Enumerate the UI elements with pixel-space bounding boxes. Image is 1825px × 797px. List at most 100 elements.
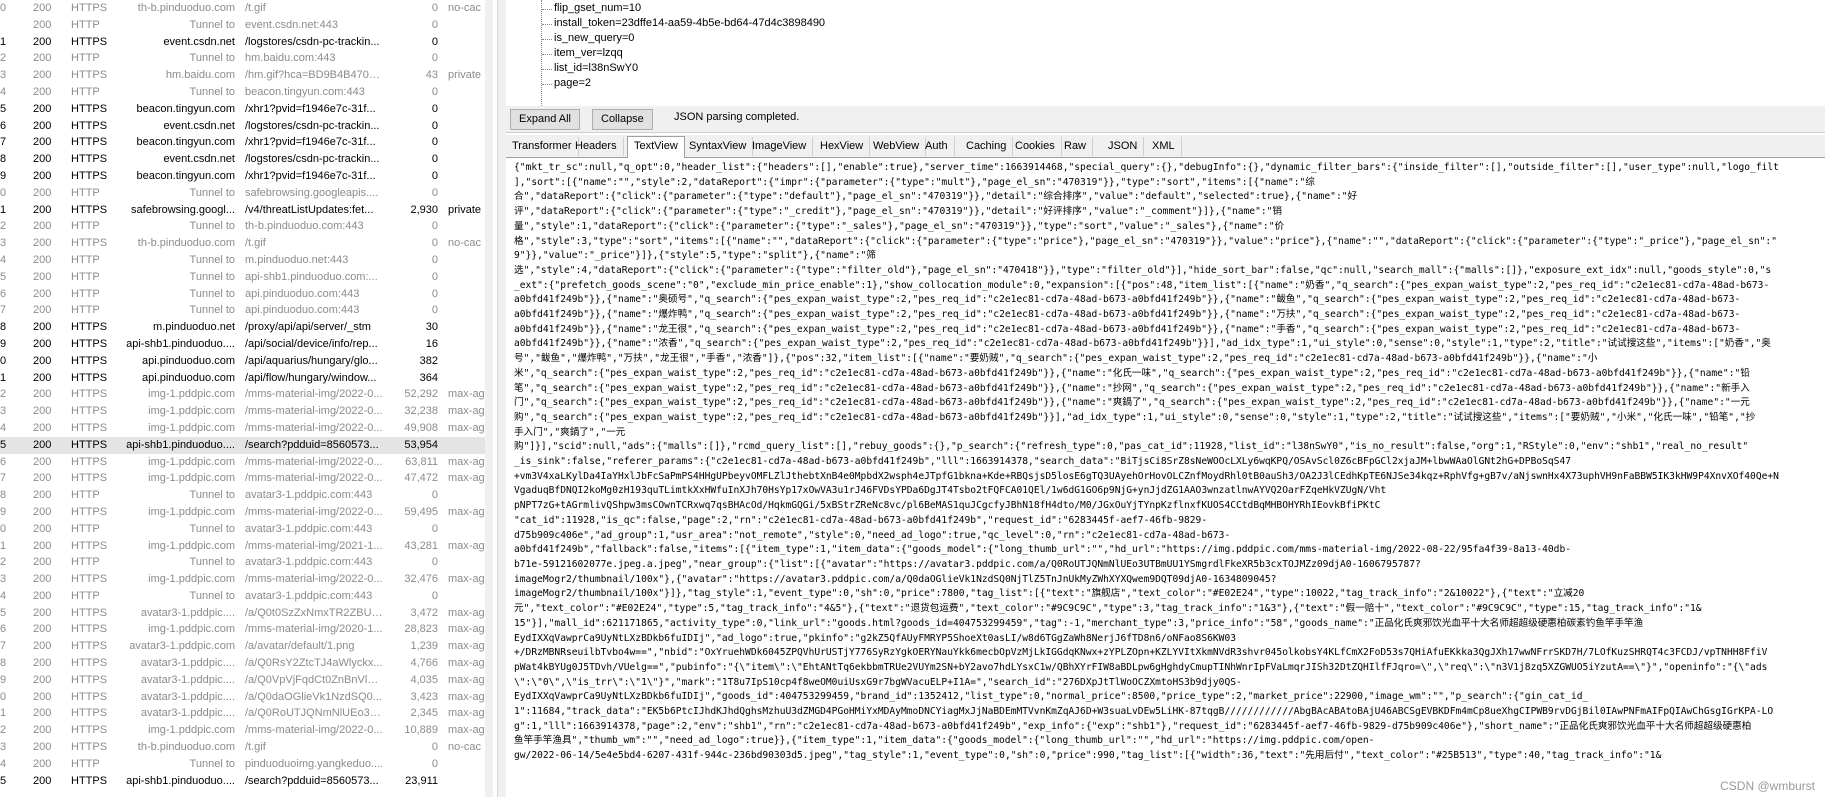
session-row[interactable]: 200 HTTP Tunnel to event.csdn.net:443 0 xyxy=(0,17,493,34)
session-row[interactable]: 0 200 HTTP Tunnel to avatar3-1.pddpic.com:44… xyxy=(0,521,493,538)
session-row[interactable]: 0 200 HTTPS th-b.pinduoduo.com/t.gif 0 no-cac xyxy=(0,0,493,17)
tab-caching[interactable]: Caching xyxy=(960,137,1014,156)
tab-json[interactable]: JSON xyxy=(1102,137,1145,156)
pane-splitter[interactable] xyxy=(497,0,506,797)
session-row[interactable]: 1 200 HTTPS event.csdn.net/logstores/csdn-p… xyxy=(0,34,493,51)
session-row[interactable]: 9 200 HTTPS beacon.tingyun.com/xhr1?pvid=f1… xyxy=(0,168,493,185)
session-number: 3 xyxy=(0,405,7,418)
session-row[interactable]: 8 200 HTTPS m.pinduoduo.net/proxy/api/api/s… xyxy=(0,319,493,336)
tab-imageview[interactable]: ImageView xyxy=(746,137,814,156)
session-row[interactable]: 4 200 HTTP Tunnel to pinduoduoimg.yangkeduo.… xyxy=(0,756,493,773)
session-protocol: HTTPS xyxy=(71,472,108,485)
session-row[interactable]: 7 200 HTTP Tunnel to api.pinduoduo.com:443 0 xyxy=(0,302,493,319)
session-row[interactable]: 7 200 HTTPS beacon.tingyun.com/xhr1?pvid=f1… xyxy=(0,134,493,151)
session-body-size: 3,472 xyxy=(410,606,438,619)
session-result: 200 xyxy=(33,455,52,468)
text-line: imageMogr2/thumbnail/100x"},{"avatar":"h… xyxy=(514,573,1277,585)
session-row[interactable]: 3 200 HTTPS hm.baidu.com/hm.gif?hca=BD9B4B4… xyxy=(0,67,493,84)
session-row[interactable]: 3 200 HTTPS th-b.pinduoduo.com/t.gif 0 no-cac xyxy=(0,739,493,756)
expand-all-button[interactable]: Expand All xyxy=(510,109,580,130)
session-row[interactable]: 2 200 HTTP Tunnel to th-b.pinduoduo.com:443 0 xyxy=(0,218,493,235)
session-row[interactable]: 9 200 HTTPS avatar3-1.pddpic.... /a/Q0VpVjFq… xyxy=(0,672,493,689)
text-line: _is_sink":false,"referer_params":{"c2e1e… xyxy=(514,456,1571,468)
session-row[interactable]: 3 200 HTTPS img-1.pddpic.com/mms-material-i… xyxy=(0,571,493,588)
session-number: 8 xyxy=(0,321,7,334)
session-row[interactable]: 6 200 HTTPS event.csdn.net/logstores/csdn-p… xyxy=(0,118,493,135)
session-row[interactable]: 0 200 HTTP Tunnel to safebrowsing.googleapis… xyxy=(0,185,493,202)
collapse-button[interactable]: Collapse xyxy=(592,109,653,130)
session-row[interactable]: 6 200 HTTP Tunnel to api.pinduoduo.com:443 0 xyxy=(0,286,493,303)
tree-node[interactable]: item_ver=lzqq xyxy=(542,47,623,59)
session-row[interactable]: 8 200 HTTP Tunnel to avatar3-1.pddpic.com:44… xyxy=(0,487,493,504)
session-host: api.pinduoduo.com xyxy=(142,354,235,367)
session-row[interactable]: 0 200 HTTPS api.pinduoduo.com/api/aquarius/… xyxy=(0,353,493,370)
session-row[interactable]: 1 200 HTTPS safebrowsing.googl... /v4/threat… xyxy=(0,202,493,219)
session-row[interactable]: 1 200 HTTPS avatar3-1.pddpic.... /a/Q0RoUTJQ… xyxy=(0,705,493,722)
session-list[interactable]: 0 200 HTTPS th-b.pinduoduo.com/t.gif 0 no-cac… xyxy=(0,0,493,797)
session-host: img-1.pddpic.com xyxy=(148,421,235,434)
session-row[interactable]: 6 200 HTTPS img-1.pddpic.com/mms-material-i… xyxy=(0,621,493,638)
session-row[interactable]: 3 200 HTTPS img-1.pddpic.com/mms-material-i… xyxy=(0,403,493,420)
session-row[interactable]: 2 200 HTTP Tunnel to hm.baidu.com:443 0 xyxy=(0,50,493,67)
tab-textview[interactable]: TextView xyxy=(627,136,685,159)
session-row[interactable]: 4 200 HTTP Tunnel to m.pinduoduo.net:443 0 xyxy=(0,252,493,269)
tab-headers[interactable]: Headers xyxy=(569,137,624,156)
session-protocol: HTTPS xyxy=(71,606,108,619)
tab-raw[interactable]: Raw xyxy=(1058,137,1094,156)
tab-transformer[interactable]: Transformer xyxy=(506,137,579,156)
session-number: 8 xyxy=(0,657,7,670)
session-number: 9 xyxy=(0,673,7,686)
session-row[interactable]: 8 200 HTTPS event.csdn.net/logstores/csdn-p… xyxy=(0,151,493,168)
tab-webview[interactable]: WebView xyxy=(867,137,927,156)
session-result: 200 xyxy=(33,153,52,166)
session-row[interactable]: 4 200 HTTPS img-1.pddpic.com/mms-material-i… xyxy=(0,420,493,437)
session-row[interactable]: 1 200 HTTPS img-1.pddpic.com/mms-material-i… xyxy=(0,538,493,555)
session-number: 2 xyxy=(0,556,7,569)
session-row[interactable]: 0 200 HTTPS avatar3-1.pddpic.... /a/Q0daOGli… xyxy=(0,689,493,706)
tree-node[interactable]: is_new_query=0 xyxy=(541,32,634,44)
query-tree-view[interactable]: flip_gset_num=10 install_token=23dffe14-… xyxy=(506,0,1825,107)
tab-hexview[interactable]: HexView xyxy=(814,137,871,156)
text-line: 15"}],"mall_id":621171865,"activity_type… xyxy=(514,617,1644,629)
session-protocol: HTTPS xyxy=(71,136,108,149)
session-body-size: 2,345 xyxy=(410,707,438,720)
session-row[interactable]: 4 200 HTTP Tunnel to beacon.tingyun.com:443 0 xyxy=(0,84,493,101)
session-body-size: 63,811 xyxy=(405,455,438,468)
tree-node[interactable]: page=2 xyxy=(541,77,591,89)
session-row[interactable]: 9 200 HTTPS api-shb1.pinduoduo.... /api/soci… xyxy=(0,336,493,353)
text-line: 9"}},"value":"_price"}]},{"style":5,"typ… xyxy=(514,250,876,262)
session-row[interactable]: 2 200 HTTPS img-1.pddpic.com/mms-material-i… xyxy=(0,386,493,403)
session-url: /api/aquarius/hungary/glo... xyxy=(245,354,378,367)
session-number: 4 xyxy=(0,757,7,770)
tab-auth[interactable]: Auth xyxy=(919,137,955,156)
session-row[interactable]: 7 200 HTTPS img-1.pddpic.com/mms-material-i… xyxy=(0,470,493,487)
tab-xml[interactable]: XML xyxy=(1146,137,1182,156)
session-row[interactable]: 5 200 HTTP Tunnel to api-shb1.pinduoduo.com:… xyxy=(0,269,493,286)
tab-cookies[interactable]: Cookies xyxy=(1009,137,1062,156)
session-row[interactable]: 8 200 HTTPS avatar3-1.pddpic.... /a/Q0RsY2Zt… xyxy=(0,655,493,672)
session-row[interactable]: 5 200 HTTPS beacon.tingyun.com/xhr1?pvid=f1… xyxy=(0,101,493,118)
session-row[interactable]: 4 200 HTTP Tunnel to avatar3-1.pddpic.com:44… xyxy=(0,588,493,605)
session-row[interactable]: 3 200 HTTPS th-b.pinduoduo.com/t.gif 0 no-cac xyxy=(0,235,493,252)
session-row[interactable]: 6 200 HTTPS img-1.pddpic.com/mms-material-i… xyxy=(0,454,493,471)
tree-node[interactable]: install_token=23dffe14-aa59-4b5e-bd64-47… xyxy=(541,17,825,29)
session-protocol: HTTP xyxy=(71,287,100,300)
session-row[interactable]: 2 200 HTTPS img-1.pddpic.com/mms-material-i… xyxy=(0,722,493,739)
session-row[interactable]: 5 200 HTTPS api-shb1.pinduoduo.... /search?p… xyxy=(0,436,493,454)
session-row[interactable]: 2 200 HTTP Tunnel to avatar3-1.pddpic.com:44… xyxy=(0,554,493,571)
session-url: th-b.pinduoduo.com:443 xyxy=(245,220,364,233)
tree-node[interactable]: flip_gset_num=10 xyxy=(541,2,641,14)
session-body-size: 0 xyxy=(431,556,438,569)
session-result: 200 xyxy=(33,757,52,770)
text-view[interactable]: {"mkt_tr_sc":null,"q_opt":0,"header_list… xyxy=(506,158,1825,797)
session-number: 0 xyxy=(0,522,7,535)
session-row[interactable]: 5 200 HTTPS avatar3-1.pddpic.... /a/Q0t0SzZx… xyxy=(0,605,493,622)
session-row[interactable]: 9 200 HTTPS img-1.pddpic.com/mms-material-i… xyxy=(0,504,493,521)
session-list-scrollbar[interactable] xyxy=(485,0,493,797)
session-row[interactable]: 7 200 HTTPS avatar3-1.pddpic.com/a/avatar/d… xyxy=(0,638,493,655)
session-row[interactable]: 1 200 HTTPS api.pinduoduo.com/api/flow/hung… xyxy=(0,370,493,387)
session-row[interactable]: 5 200 HTTPS api-shb1.pinduoduo.... /search?p… xyxy=(0,773,493,790)
tree-node[interactable]: list_id=l38nSwY0 xyxy=(541,62,638,74)
tab-syntaxview[interactable]: SyntaxView xyxy=(683,137,754,156)
session-result: 200 xyxy=(33,421,52,434)
